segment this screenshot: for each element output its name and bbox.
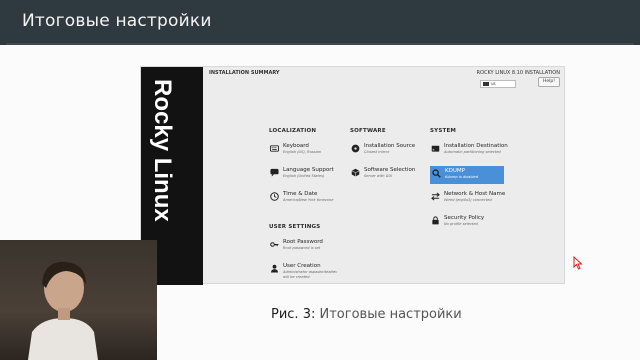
spoke-software-status: Server with GUI <box>364 174 393 178</box>
spoke-time-status: America/New York timezone <box>283 198 334 202</box>
key-icon <box>270 242 279 247</box>
section-software: SOFTWARE <box>350 128 386 134</box>
spoke-language-support[interactable]: Language Support English (United States) <box>268 165 342 183</box>
installer-screenshot: Rocky Linux INSTALLATION SUMMARY ROCKY L… <box>140 66 565 285</box>
spoke-time-name: Time & Date <box>283 191 318 197</box>
spoke-user-creation[interactable]: User Creation Administrator aspadaciteal… <box>268 261 342 283</box>
rocky-linux-logo: Rocky Linux <box>149 79 176 222</box>
caption-number: Рис. 3: <box>271 307 316 322</box>
slide-title: Итоговые настройки <box>22 11 212 31</box>
spoke-time-date[interactable]: Time & Date America/New York timezone <box>268 189 342 207</box>
section-user-settings: USER SETTINGS <box>269 224 321 230</box>
spoke-network-host[interactable]: Network & Host Name Wired (enp0s3) conne… <box>429 189 506 207</box>
spoke-language-status: English (United States) <box>283 174 325 178</box>
brand-text: Rocky Linux <box>149 79 176 222</box>
spoke-destination-status: Automatic partitioning selected <box>444 150 501 154</box>
spoke-keyboard-status: English (US), Russian <box>283 150 322 154</box>
spoke-installation-source[interactable]: Installation Source Closest mirror <box>349 141 423 159</box>
spoke-security-policy[interactable]: Security Policy No profile selected <box>429 213 503 231</box>
section-system: SYSTEM <box>430 128 457 134</box>
installer-topbar: INSTALLATION SUMMARY ROCKY LINUX 8.10 IN… <box>203 67 564 101</box>
spoke-software-selection[interactable]: Software Selection Server with GUI <box>349 165 423 183</box>
webcam-overlay <box>0 240 157 360</box>
spoke-user-name: User Creation <box>283 263 321 269</box>
clock-icon <box>270 192 279 201</box>
spoke-language-name: Language Support <box>283 167 334 173</box>
caption-text: Итоговые настройки <box>319 307 462 322</box>
slide-header: Итоговые настройки <box>0 0 640 45</box>
speech-bubble-icon <box>270 168 279 177</box>
spoke-keyboard[interactable]: Keyboard English (US), Russian <box>268 141 342 159</box>
spoke-user-status: Administrator aspadacitealtev will be cr… <box>283 270 338 279</box>
section-localization: LOCALIZATION <box>269 128 317 134</box>
spoke-security-name: Security Policy <box>444 215 485 221</box>
spoke-root-status: Root password is set <box>283 246 321 250</box>
release-label: ROCKY LINUX 8.10 INSTALLATION <box>476 70 560 76</box>
mouse-cursor-icon <box>573 256 583 270</box>
keyboard-icon <box>270 145 279 152</box>
spoke-source-name: Installation Source <box>364 143 416 149</box>
spoke-root-password[interactable]: Root Password Root password is set <box>268 237 342 255</box>
magnifier-icon <box>432 169 441 178</box>
spoke-kdump-status: Kdump is disabled <box>445 175 478 179</box>
spoke-security-status: No profile selected <box>444 222 478 226</box>
presenter-video <box>28 261 98 360</box>
keyboard-layout-indicator[interactable]: us <box>480 80 516 88</box>
hard-drive-icon <box>431 145 440 152</box>
spoke-kdump[interactable]: KDUMP Kdump is disabled <box>430 166 504 184</box>
network-icon <box>431 192 440 201</box>
spoke-software-name: Software Selection <box>364 167 416 173</box>
disc-icon <box>351 144 360 153</box>
user-icon <box>270 264 279 273</box>
keyboard-icon <box>483 82 489 86</box>
spoke-network-status: Wired (enp0s3) connected <box>444 198 492 202</box>
spoke-installation-destination[interactable]: Installation Destination Automatic parti… <box>429 141 508 159</box>
spoke-source-status: Closest mirror <box>364 150 390 154</box>
header-divider <box>6 43 634 45</box>
spoke-root-name: Root Password <box>283 239 323 245</box>
keyboard-layout: us <box>491 81 496 86</box>
spoke-keyboard-name: Keyboard <box>283 143 309 149</box>
summary-title: INSTALLATION SUMMARY <box>209 70 280 76</box>
figure-caption: Рис. 3: Итоговые настройки <box>271 307 462 322</box>
slide: Итоговые настройки Rocky Linux INSTALLAT… <box>0 0 640 360</box>
help-button[interactable]: Help! <box>538 77 560 87</box>
spoke-kdump-name: KDUMP <box>445 168 465 174</box>
package-icon <box>351 168 360 177</box>
spoke-destination-name: Installation Destination <box>444 143 508 149</box>
lock-icon <box>432 216 439 225</box>
spoke-network-name: Network & Host Name <box>444 191 506 197</box>
